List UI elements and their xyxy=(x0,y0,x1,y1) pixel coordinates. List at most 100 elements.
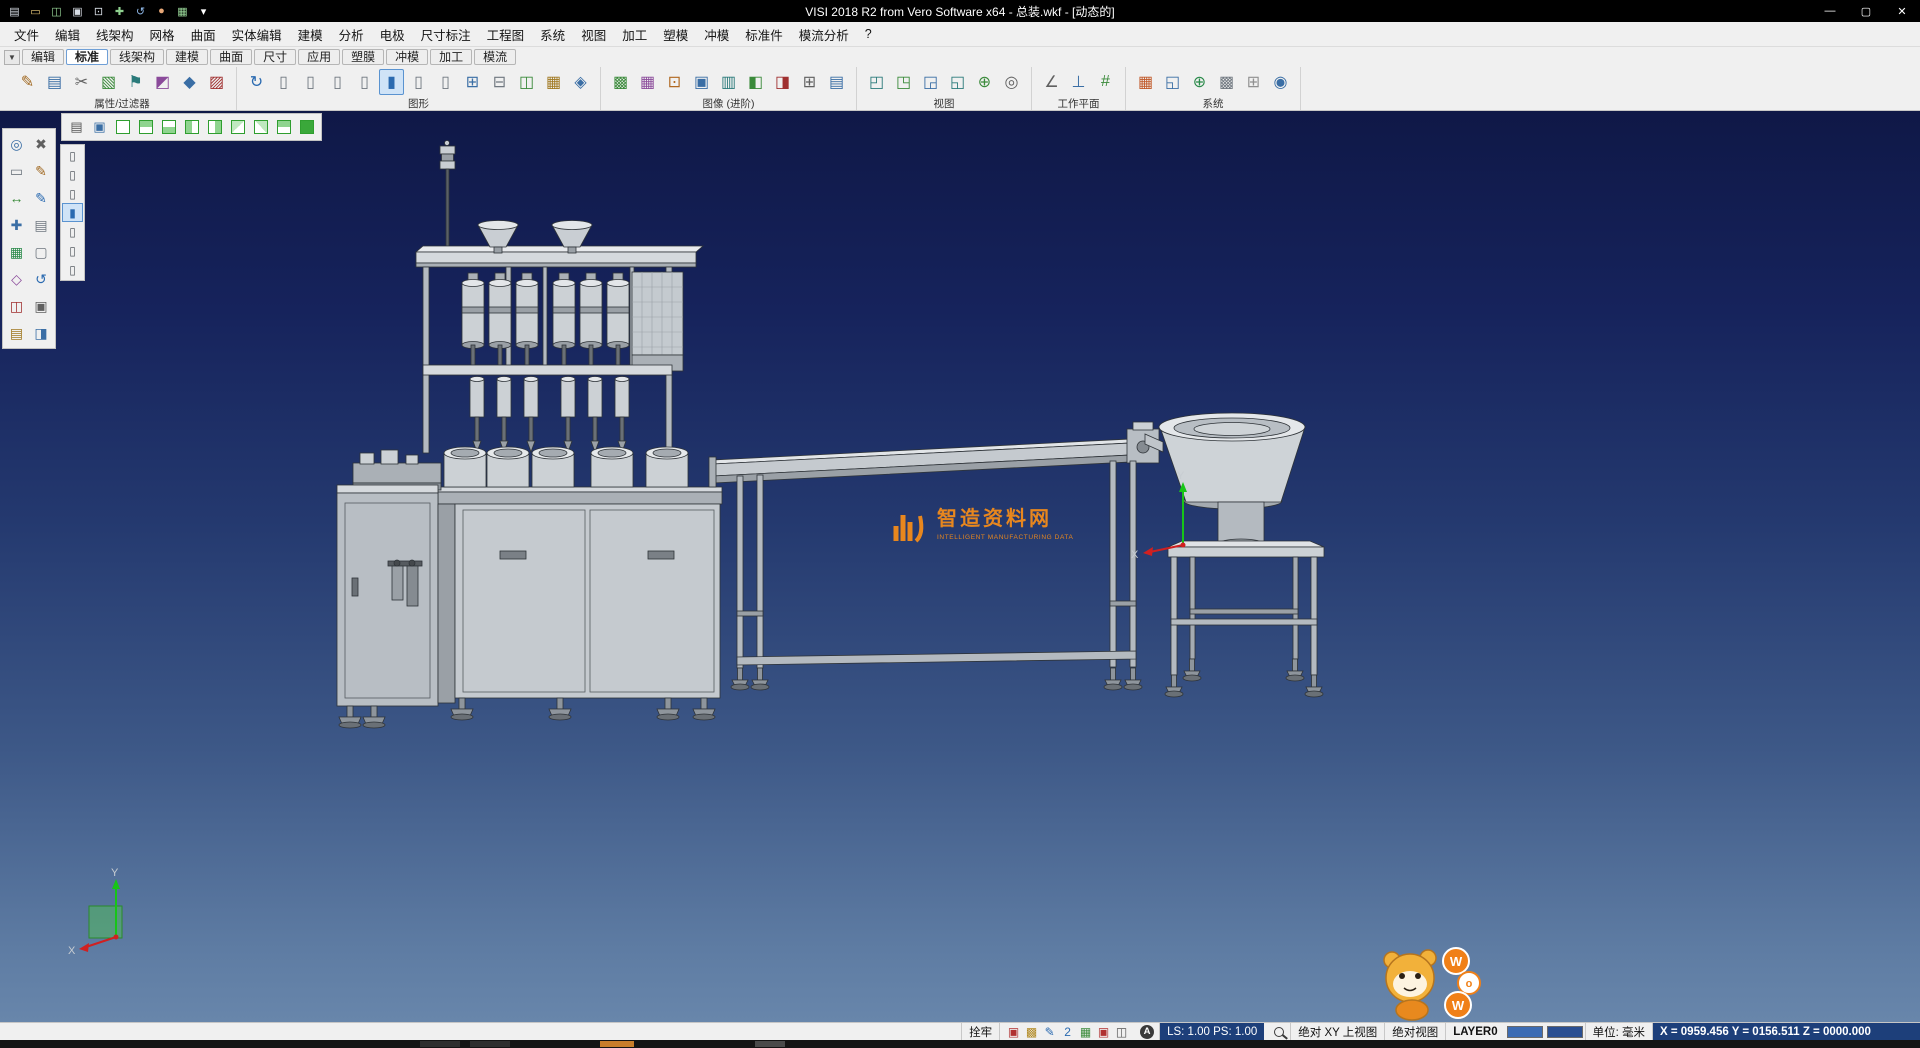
palette-tool-icon[interactable]: ◫ xyxy=(5,293,28,319)
toolbar-icon[interactable]: ⚑ xyxy=(123,69,148,95)
toolbar-icon[interactable]: ▩ xyxy=(608,69,633,95)
layer-color-swatch[interactable] xyxy=(1507,1026,1543,1038)
toolbar-icon[interactable]: ◈ xyxy=(568,69,593,95)
mini-palette-icon[interactable]: ▯ xyxy=(62,184,83,203)
toolbar-icon[interactable]: ⊕ xyxy=(972,69,997,95)
palette-tool-icon[interactable]: ↔ xyxy=(5,185,28,211)
mini-palette-icon[interactable]: ▯ xyxy=(62,146,83,165)
status-icon[interactable]: ▣ xyxy=(1096,1025,1111,1039)
menu-item[interactable]: 电极 xyxy=(372,23,413,46)
toolbar-icon[interactable]: ▯ xyxy=(406,69,431,95)
ribbon-tab[interactable]: 标准 xyxy=(66,49,108,65)
palette-tool-icon[interactable]: ▣ xyxy=(30,293,53,319)
toolbar-icon[interactable]: ▯ xyxy=(298,69,323,95)
menu-item[interactable]: 编辑 xyxy=(47,23,88,46)
quick-access-icon[interactable]: ● xyxy=(152,3,171,20)
quick-access-icon[interactable]: ▤ xyxy=(5,3,24,20)
ribbon-tab[interactable]: 塑膜 xyxy=(342,49,384,65)
toolbar-icon[interactable]: # xyxy=(1093,69,1118,95)
toolbar-icon[interactable]: ▤ xyxy=(42,69,67,95)
toolbar-icon[interactable]: ▨ xyxy=(204,69,229,95)
cad-model-3d[interactable]: Y X Y X xyxy=(0,111,1920,1022)
view-cube-icon[interactable]: ▤ xyxy=(66,116,87,138)
palette-tool-icon[interactable]: ✖ xyxy=(30,131,53,157)
ribbon-tab[interactable]: 应用 xyxy=(298,49,340,65)
menu-item[interactable]: 尺寸标注 xyxy=(413,23,479,46)
toolbar-icon[interactable]: ⊞ xyxy=(797,69,822,95)
active-layer-label[interactable]: LAYER0 xyxy=(1445,1023,1504,1040)
status-icon[interactable]: ▦ xyxy=(1078,1025,1093,1039)
mini-palette-icon[interactable]: ▯ xyxy=(62,165,83,184)
palette-tool-icon[interactable]: ▭ xyxy=(5,158,28,184)
palette-tool-icon[interactable]: ▢ xyxy=(30,239,53,265)
view-cube-icon[interactable] xyxy=(204,116,225,138)
palette-tool-icon[interactable]: ✎ xyxy=(30,185,53,211)
snap-lock-toggle[interactable]: 拴牢 xyxy=(961,1023,999,1040)
menu-item[interactable]: 工程图 xyxy=(479,23,533,46)
menu-item[interactable]: 建模 xyxy=(290,23,331,46)
toolbar-icon[interactable]: ◱ xyxy=(945,69,970,95)
menu-item[interactable]: 曲面 xyxy=(183,23,224,46)
view-cube-icon[interactable] xyxy=(296,116,317,138)
taskbar-item[interactable] xyxy=(755,1041,785,1047)
toolbar-icon[interactable]: ▤ xyxy=(824,69,849,95)
close-button[interactable]: ✕ xyxy=(1884,0,1920,22)
quick-access-icon[interactable]: ▾ xyxy=(194,3,213,20)
bowl-feeder[interactable] xyxy=(1145,413,1305,549)
quick-access-icon[interactable]: ▭ xyxy=(26,3,45,20)
bowl-feeder-stand[interactable] xyxy=(1165,541,1324,697)
status-icon[interactable]: ▣ xyxy=(1006,1025,1021,1039)
toolbar-icon[interactable]: ▦ xyxy=(541,69,566,95)
ribbon-tab[interactable]: 编辑 xyxy=(22,49,64,65)
toolbar-icon[interactable]: ▯ xyxy=(325,69,350,95)
view-cube-icon[interactable]: ▣ xyxy=(89,116,110,138)
quick-access-icon[interactable]: ▦ xyxy=(173,3,192,20)
maximize-button[interactable]: ▢ xyxy=(1848,0,1884,22)
menu-item[interactable]: 实体编辑 xyxy=(224,23,290,46)
toolbar-icon[interactable]: ⊡ xyxy=(662,69,687,95)
palette-tool-icon[interactable]: ✚ xyxy=(5,212,28,238)
toolbar-icon[interactable]: ◫ xyxy=(514,69,539,95)
toolbar-icon[interactable]: ▥ xyxy=(716,69,741,95)
viewport-3d[interactable]: Y X Y X ▤ ▣ xyxy=(0,111,1920,1022)
palette-tool-icon[interactable]: ◇ xyxy=(5,266,28,292)
view-cube-icon[interactable] xyxy=(112,116,133,138)
view-orientation-label[interactable]: 绝对 XY 上视图 xyxy=(1290,1023,1384,1040)
toolbar-icon[interactable]: ↻ xyxy=(244,69,269,95)
quick-access-icon[interactable]: ◫ xyxy=(47,3,66,20)
menu-item[interactable]: 加工 xyxy=(614,23,655,46)
menu-item[interactable]: 线架构 xyxy=(88,23,142,46)
toolbar-icon[interactable]: ▧ xyxy=(96,69,121,95)
machine-filling-station[interactable] xyxy=(337,141,722,729)
toolbar-icon[interactable]: ◳ xyxy=(891,69,916,95)
mini-palette-icon[interactable]: ▯ xyxy=(62,241,83,260)
toolbar-icon[interactable]: ⊟ xyxy=(487,69,512,95)
palette-tool-icon[interactable]: ◎ xyxy=(5,131,28,157)
toolbar-icon[interactable]: ◉ xyxy=(1268,69,1293,95)
status-icon[interactable]: 2 xyxy=(1060,1025,1075,1039)
status-icon[interactable]: ✎ xyxy=(1042,1025,1057,1039)
menu-item[interactable]: 塑模 xyxy=(655,23,696,46)
toolbar-icon[interactable]: ⊕ xyxy=(1187,69,1212,95)
toolbar-icon[interactable]: ◲ xyxy=(918,69,943,95)
ribbon-tab[interactable]: 模流 xyxy=(474,49,516,65)
view-cube-icon[interactable] xyxy=(273,116,294,138)
toolbar-icon[interactable]: ⊥ xyxy=(1066,69,1091,95)
absolute-view-label[interactable]: 绝对视图 xyxy=(1384,1023,1445,1040)
toolbar-icon[interactable]: ⊞ xyxy=(1241,69,1266,95)
view-cube-icon[interactable] xyxy=(227,116,248,138)
toolbar-icon[interactable]: ◱ xyxy=(1160,69,1185,95)
ribbon-tab[interactable]: 建模 xyxy=(166,49,208,65)
palette-tool-icon[interactable]: ▤ xyxy=(5,320,28,346)
menu-item[interactable]: 系统 xyxy=(532,23,573,46)
quick-access-icon[interactable]: ⊡ xyxy=(89,3,108,20)
conveyor-table[interactable] xyxy=(709,422,1159,690)
view-cube-icon[interactable] xyxy=(158,116,179,138)
toolbar-icon[interactable]: ⊞ xyxy=(460,69,485,95)
toolbar-icon[interactable]: ◨ xyxy=(770,69,795,95)
toolbar-icon[interactable]: ▦ xyxy=(635,69,660,95)
ribbon-tab[interactable]: 线架构 xyxy=(110,49,164,65)
toolbar-icon[interactable]: ▯ xyxy=(352,69,377,95)
taskbar-item[interactable] xyxy=(470,1041,510,1047)
annotation-badge[interactable]: A xyxy=(1140,1025,1154,1039)
